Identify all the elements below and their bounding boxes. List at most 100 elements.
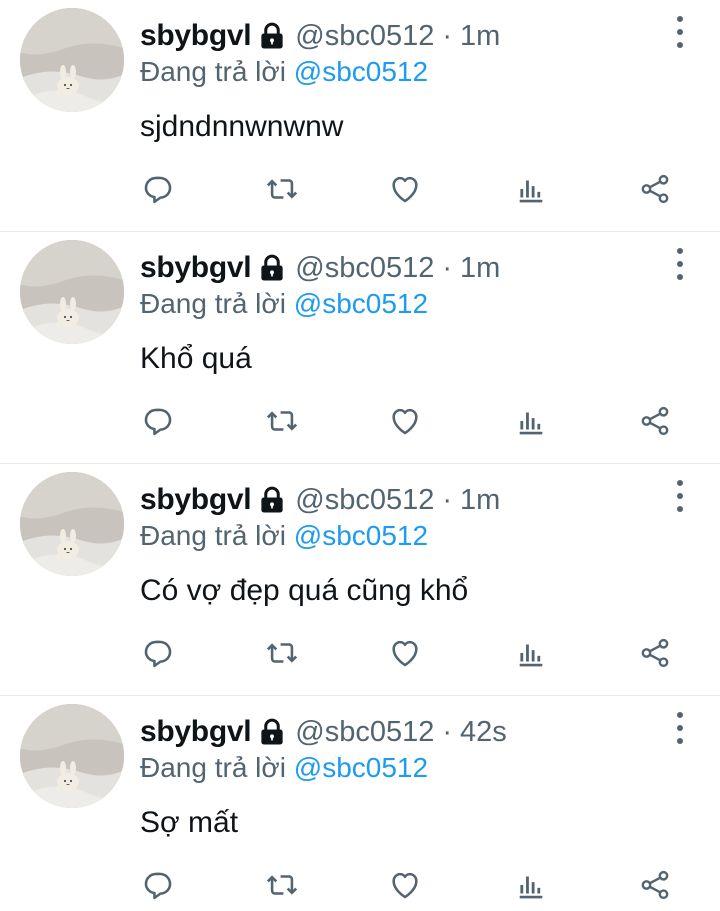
avatar[interactable] bbox=[20, 8, 124, 112]
retweet-button[interactable] bbox=[258, 397, 306, 445]
tweet[interactable]: sbybgvl @sbc0512 · 1m Đang trả lời @sbc0… bbox=[0, 0, 720, 232]
heart-icon bbox=[392, 640, 418, 667]
views-button[interactable] bbox=[507, 629, 555, 677]
retweet-icon bbox=[266, 643, 298, 663]
reply-prefix: Đang trả lời bbox=[140, 752, 286, 783]
views-icon bbox=[519, 644, 543, 667]
reply-icon bbox=[144, 872, 172, 900]
reply-context: Đang trả lời @sbc0512 bbox=[140, 288, 428, 320]
timestamp[interactable]: 1m bbox=[460, 20, 500, 53]
more-vertical-icon[interactable] bbox=[670, 480, 690, 512]
separator-dot: · bbox=[442, 19, 453, 52]
heart-icon bbox=[392, 408, 418, 435]
reply-button[interactable] bbox=[134, 861, 182, 909]
share-button[interactable] bbox=[631, 861, 679, 909]
reply-context: Đang trả lời @sbc0512 bbox=[140, 56, 428, 88]
views-button[interactable] bbox=[507, 861, 555, 909]
like-button[interactable] bbox=[381, 397, 429, 445]
timestamp[interactable]: 1m bbox=[460, 252, 500, 285]
retweet-icon bbox=[266, 875, 298, 895]
tweet-text: sjdndnnwnwnw bbox=[140, 110, 344, 143]
views-icon bbox=[519, 180, 543, 203]
avatar-image bbox=[20, 8, 124, 112]
tweet-text: Khổ quá bbox=[140, 342, 252, 375]
reply-prefix: Đang trả lời bbox=[140, 56, 286, 87]
tweet-header: sbybgvl @sbc0512 · 1m bbox=[140, 480, 500, 520]
avatar[interactable] bbox=[20, 472, 124, 576]
lock-icon bbox=[257, 21, 287, 51]
heart-icon bbox=[392, 176, 418, 203]
retweet-icon bbox=[266, 179, 298, 199]
separator-dot: · bbox=[442, 483, 453, 516]
views-button[interactable] bbox=[507, 397, 555, 445]
share-button[interactable] bbox=[631, 397, 679, 445]
timeline: sbybgvl @sbc0512 · 1m Đang trả lời @sbc0… bbox=[0, 0, 720, 911]
retweet-icon bbox=[266, 411, 298, 431]
reply-button[interactable] bbox=[134, 629, 182, 677]
avatar-image bbox=[20, 240, 124, 344]
heart-icon bbox=[392, 872, 418, 899]
timestamp[interactable]: 42s bbox=[460, 716, 507, 749]
reply-mention-link[interactable]: @sbc0512 bbox=[294, 288, 428, 319]
lock-icon bbox=[257, 717, 287, 747]
tweet[interactable]: sbybgvl @sbc0512 · 1m Đang trả lời @sbc0… bbox=[0, 464, 720, 696]
tweet-text: Có vợ đẹp quá cũng khổ bbox=[140, 574, 469, 607]
reply-button[interactable] bbox=[134, 397, 182, 445]
reply-icon bbox=[144, 640, 172, 668]
tweet-actions bbox=[0, 397, 720, 445]
tweet-text: Sợ mất bbox=[140, 806, 239, 839]
share-icon bbox=[641, 638, 669, 668]
avatar-image bbox=[20, 472, 124, 576]
reply-mention-link[interactable]: @sbc0512 bbox=[294, 520, 428, 551]
share-icon bbox=[641, 174, 669, 204]
tweet[interactable]: sbybgvl @sbc0512 · 1m Đang trả lời @sbc0… bbox=[0, 232, 720, 464]
tweet-header: sbybgvl @sbc0512 · 1m bbox=[140, 16, 500, 56]
timestamp[interactable]: 1m bbox=[460, 484, 500, 517]
tweet-header: sbybgvl @sbc0512 · 42s bbox=[140, 712, 507, 752]
retweet-button[interactable] bbox=[258, 629, 306, 677]
share-button[interactable] bbox=[631, 165, 679, 213]
reply-prefix: Đang trả lời bbox=[140, 520, 286, 551]
avatar-image bbox=[20, 704, 124, 808]
like-button[interactable] bbox=[381, 629, 429, 677]
username[interactable]: @sbc0512 bbox=[295, 20, 434, 53]
lock-icon bbox=[257, 253, 287, 283]
views-icon bbox=[519, 412, 543, 435]
username[interactable]: @sbc0512 bbox=[295, 716, 434, 749]
share-button[interactable] bbox=[631, 629, 679, 677]
avatar[interactable] bbox=[20, 240, 124, 344]
tweet-header: sbybgvl @sbc0512 · 1m bbox=[140, 248, 500, 288]
share-icon bbox=[641, 870, 669, 900]
separator-dot: · bbox=[442, 251, 453, 284]
display-name[interactable]: sbybgvl bbox=[140, 19, 252, 53]
lock-icon bbox=[257, 485, 287, 515]
reply-icon bbox=[144, 176, 172, 204]
retweet-button[interactable] bbox=[258, 861, 306, 909]
separator-dot: · bbox=[442, 715, 453, 748]
more-vertical-icon[interactable] bbox=[670, 712, 690, 744]
tweet-actions bbox=[0, 861, 720, 909]
username[interactable]: @sbc0512 bbox=[295, 484, 434, 517]
more-vertical-icon[interactable] bbox=[670, 248, 690, 280]
views-button[interactable] bbox=[507, 165, 555, 213]
share-icon bbox=[641, 406, 669, 436]
more-vertical-icon[interactable] bbox=[670, 16, 690, 48]
reply-button[interactable] bbox=[134, 165, 182, 213]
tweet-actions bbox=[0, 165, 720, 213]
reply-context: Đang trả lời @sbc0512 bbox=[140, 752, 428, 784]
tweet[interactable]: sbybgvl @sbc0512 · 42s Đang trả lời @sbc… bbox=[0, 696, 720, 911]
reply-context: Đang trả lời @sbc0512 bbox=[140, 520, 428, 552]
reply-icon bbox=[144, 408, 172, 436]
retweet-button[interactable] bbox=[258, 165, 306, 213]
views-icon bbox=[519, 876, 543, 899]
display-name[interactable]: sbybgvl bbox=[140, 251, 252, 285]
tweet-actions bbox=[0, 629, 720, 677]
username[interactable]: @sbc0512 bbox=[295, 252, 434, 285]
reply-mention-link[interactable]: @sbc0512 bbox=[294, 56, 428, 87]
reply-mention-link[interactable]: @sbc0512 bbox=[294, 752, 428, 783]
display-name[interactable]: sbybgvl bbox=[140, 483, 252, 517]
display-name[interactable]: sbybgvl bbox=[140, 715, 252, 749]
like-button[interactable] bbox=[381, 861, 429, 909]
like-button[interactable] bbox=[381, 165, 429, 213]
avatar[interactable] bbox=[20, 704, 124, 808]
